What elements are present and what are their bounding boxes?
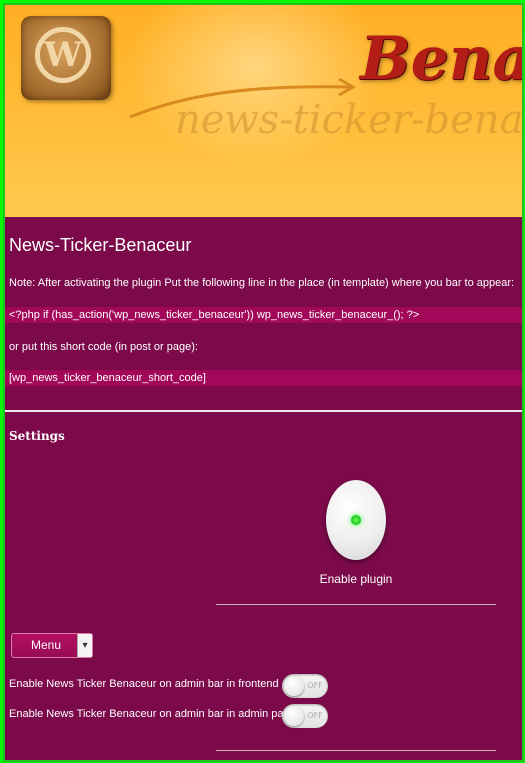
shortcode-snippet: [wp_news_ticker_benaceur_short_code] — [5, 370, 522, 386]
banner-shadow-text: news-ticker-bena — [175, 97, 522, 143]
toggle-state-text: OFF — [307, 711, 323, 720]
wordpress-logo-icon: W — [21, 16, 111, 100]
toggle-admin-bar-frontend[interactable]: OFF — [282, 674, 328, 698]
status-led-icon — [351, 515, 361, 525]
logo-glyph: W — [43, 35, 83, 75]
option-label-frontend: Enable News Ticker Benaceur on admin bar… — [9, 678, 279, 690]
banner-title: Benac — [360, 24, 522, 94]
install-note: Note: After activating the plugin Put th… — [9, 277, 515, 289]
enable-plugin-label: Enable plugin — [319, 572, 393, 586]
header-banner: W news-ticker-bena Benac — [5, 5, 522, 217]
toggle-knob — [284, 676, 304, 696]
divider — [5, 410, 522, 412]
chevron-down-icon[interactable]: ▾ — [77, 634, 92, 657]
option-label-admin-panel: Enable News Ticker Benaceur on admin bar… — [9, 708, 299, 720]
shortcode-intro: or put this short code (in post or page)… — [9, 341, 198, 353]
toggle-admin-bar-admin-panel[interactable]: OFF — [282, 704, 328, 728]
toggle-state-text: OFF — [307, 681, 323, 690]
divider — [216, 604, 496, 605]
php-code-snippet: <?php if (has_action('wp_news_ticker_ben… — [5, 307, 522, 323]
enable-plugin-toggle[interactable] — [326, 480, 386, 560]
menu-select[interactable]: Menu ▾ — [11, 633, 93, 658]
plugin-frame: W news-ticker-bena Benac News-Ticker-Ben… — [3, 3, 524, 762]
page-title: News-Ticker-Benaceur — [9, 235, 192, 255]
toggle-knob — [284, 706, 304, 726]
divider — [216, 750, 496, 751]
menu-select-value: Menu — [30, 638, 62, 652]
settings-heading: Settings — [9, 429, 65, 443]
